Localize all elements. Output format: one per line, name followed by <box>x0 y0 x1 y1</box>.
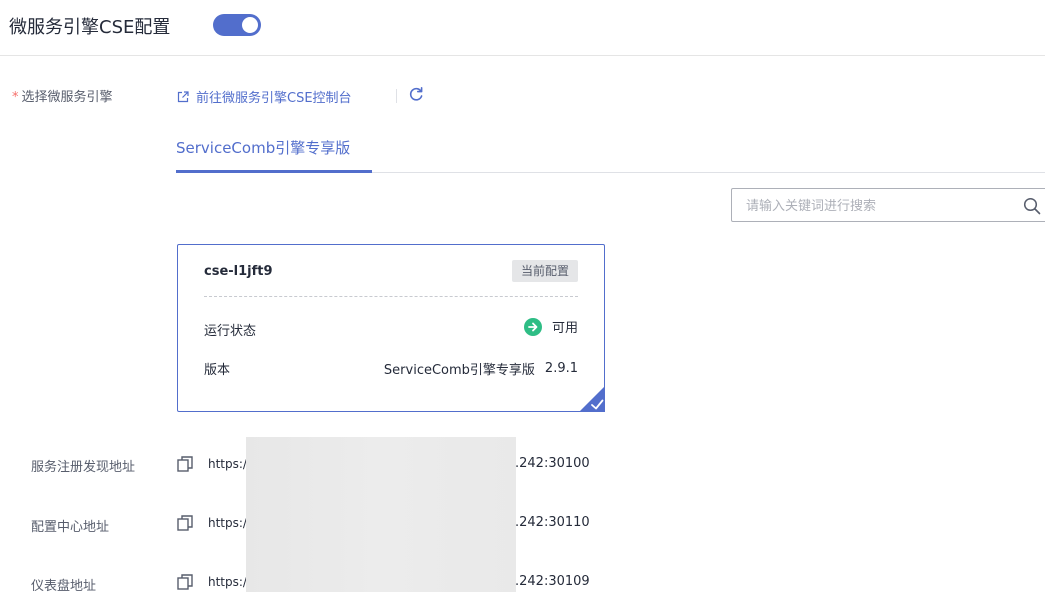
cse-console-link-text: 前往微服务引擎CSE控制台 <box>196 91 352 106</box>
registry-address-label: 服务注册发现地址 <box>31 460 136 475</box>
version-value: ServiceComb引擎专享版 2.9.1 <box>384 359 578 378</box>
cse-config-toggle[interactable] <box>213 14 261 36</box>
copy-icon[interactable] <box>176 455 194 473</box>
copy-icon[interactable] <box>176 514 194 532</box>
selected-check-icon <box>579 386 605 412</box>
tab-servicecomb-exclusive[interactable]: ServiceComb引擎专享版 <box>176 137 350 158</box>
status-value-text: 可用 <box>551 321 578 336</box>
required-mark: * <box>12 90 19 105</box>
engine-select-label: * 选择微服务引擎 <box>12 86 113 105</box>
toggle-knob <box>242 17 258 33</box>
config-center-address-suffix: .242:30110 <box>515 515 590 530</box>
status-value: 可用 <box>523 317 578 336</box>
status-available-icon <box>523 317 542 336</box>
search-icon[interactable] <box>1023 197 1041 215</box>
dashboard-address-suffix: .242:30109 <box>515 574 590 589</box>
search-box <box>731 188 1045 222</box>
copy-icon[interactable] <box>176 573 194 591</box>
engine-card[interactable]: cse-l1jft9 当前配置 运行状态 可用 版本 ServiceComb引擎… <box>177 244 605 412</box>
redacted-address-block <box>246 437 516 592</box>
external-link-icon <box>176 90 190 104</box>
refresh-icon[interactable] <box>408 86 424 102</box>
status-label: 运行状态 <box>204 324 257 339</box>
card-divider <box>204 296 578 297</box>
registry-address-prefix: https:/ <box>208 457 247 471</box>
version-number: 2.9.1 <box>544 361 578 376</box>
search-input[interactable] <box>746 196 1006 216</box>
section-header: 微服务引擎CSE配置 <box>0 0 1045 56</box>
tab-active-indicator <box>176 170 372 173</box>
dashboard-address-prefix: https:/ <box>208 575 247 589</box>
engine-name: cse-l1jft9 <box>204 264 273 279</box>
link-divider <box>396 89 397 103</box>
version-edition: ServiceComb引擎专享版 <box>383 363 535 378</box>
config-center-address-prefix: https:/ <box>208 516 247 530</box>
dashboard-address-label: 仪表盘地址 <box>31 579 97 592</box>
registry-address-suffix: .242:30100 <box>515 456 590 471</box>
config-center-address-label: 配置中心地址 <box>31 520 110 535</box>
version-label: 版本 <box>204 363 231 378</box>
engine-tabs: ServiceComb引擎专享版 <box>176 122 1045 173</box>
cse-console-link[interactable]: 前往微服务引擎CSE控制台 <box>176 87 352 106</box>
current-config-badge: 当前配置 <box>511 260 578 282</box>
engine-select-label-text: 选择微服务引擎 <box>21 90 113 105</box>
page-title: 微服务引擎CSE配置 <box>9 17 171 38</box>
